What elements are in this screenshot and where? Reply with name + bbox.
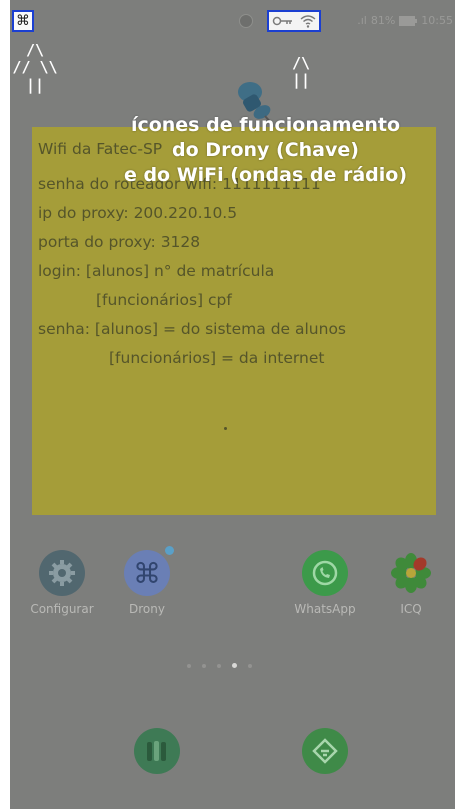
page-dot [187,663,191,668]
page-dot [202,663,206,668]
page-dot [248,663,252,668]
app-configurar[interactable]: Configurar [27,550,97,616]
app-label: ICQ [400,602,422,616]
books-icon [134,728,180,774]
signal-icon: .ıl [357,14,367,27]
key-icon [272,16,292,26]
app-whatsapp[interactable]: WhatsApp [290,550,360,616]
note-dot [224,427,227,430]
wifi-icon [300,15,316,28]
status-right-group: .ıl 81% 10:55 [239,14,453,28]
phone-screen: ⌘ .ıl 81% 10:55 /\ // \\ || /\ || Wifi d… [10,0,455,809]
app-icq[interactable]: ICQ [376,550,446,616]
drony-icon: ⌘ [124,546,174,596]
dock-app-feedly[interactable] [290,728,360,780]
note-line: login: [alunos] n° de matrícula [38,262,275,280]
battery-icon [399,15,418,26]
update-badge-icon [165,546,174,555]
note-line: senha: [alunos] = do sistema de alunos [38,320,347,338]
gear-icon [39,550,85,596]
clock: 10:55 [421,14,453,27]
right-arrow-annotation: /\ || [291,54,311,90]
status-icons-highlight [267,10,321,32]
page-dot [217,663,221,668]
left-arrow-annotation: /\ // \\ || [12,41,58,94]
annotation-caption: ícones de funcionamento do Drony (Chave)… [123,114,408,186]
note-line: ip do proxy: 200.220.10.5 [38,204,238,222]
note-line: porta do proxy: 3128 [38,233,201,251]
feedly-icon [302,728,348,774]
whatsapp-icon [302,550,348,596]
page-indicator [187,663,252,668]
dock-app-books[interactable] [122,728,192,780]
status-bar: ⌘ .ıl 81% 10:55 [10,0,455,50]
icq-icon [388,550,434,596]
page-dot-active [232,663,237,668]
app-drony[interactable]: ⌘ Drony [112,546,182,616]
app-label: Configurar [30,602,94,616]
app-label: Drony [129,602,165,616]
note-line: [funcionários] = da internet [109,349,325,367]
note-line: [funcionários] cpf [96,291,232,309]
notification-icon [239,14,253,28]
battery-percent: 81% [370,14,396,27]
app-label: WhatsApp [294,602,356,616]
drony-status-icon: ⌘ [12,10,34,32]
